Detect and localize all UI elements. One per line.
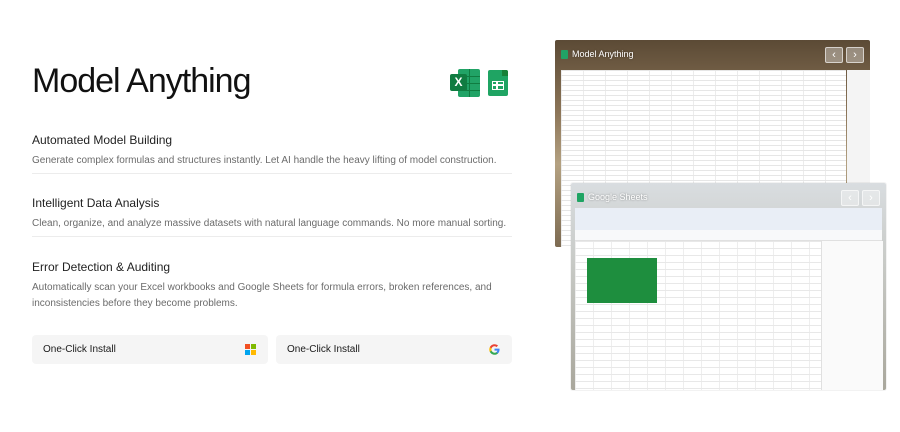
sheets-browser-preview — [575, 208, 883, 390]
excel-install-label: One-Click Install — [43, 344, 116, 355]
next-arrow-icon[interactable]: › — [862, 190, 880, 206]
feature-description: Automatically scan your Excel workbooks … — [32, 282, 492, 309]
prev-arrow-icon[interactable]: ‹ — [825, 47, 843, 63]
sheets-install-label: One-Click Install — [287, 344, 360, 355]
excel-mini-icon — [561, 49, 568, 59]
feature-intelligent-data-analysis: Intelligent Data Analysis Clean, organiz… — [32, 196, 512, 237]
sheets-menu-preview — [575, 230, 882, 241]
sheets-addin-screenshot: Google Sheets ‹ › — [571, 183, 886, 390]
google-icon — [489, 344, 500, 355]
excel-logo-icon: X — [450, 69, 480, 97]
feature-divider — [32, 173, 512, 174]
feature-description: Generate complex formulas and structures… — [32, 155, 497, 166]
feature-divider — [32, 236, 512, 237]
next-arrow-icon[interactable]: › — [846, 47, 864, 63]
features-column: Model Anything X Automated Model Buildin… — [32, 0, 512, 432]
feature-title: Intelligent Data Analysis — [32, 196, 160, 210]
feature-title: Automated Model Building — [32, 133, 173, 147]
app-logos: X — [450, 69, 508, 97]
feature-error-detection: Error Detection & Auditing Automatically… — [32, 260, 512, 312]
prev-arrow-icon[interactable]: ‹ — [841, 190, 859, 206]
sheets-side-panel-preview — [821, 241, 883, 390]
sheets-window-title: Google Sheets — [577, 192, 648, 202]
google-sheets-logo-icon — [488, 70, 508, 96]
feature-description: Clean, organize, and analyze massive dat… — [32, 218, 507, 229]
sheets-nav-controls: ‹ › — [841, 190, 880, 206]
feature-title: Error Detection & Auditing — [32, 260, 171, 274]
excel-install-button[interactable]: One-Click Install — [32, 335, 268, 364]
browser-toolbar-preview — [575, 208, 882, 230]
excel-window-title: Model Anything — [561, 49, 634, 59]
excel-nav-controls: ‹ › — [825, 47, 864, 63]
sheets-install-button[interactable]: One-Click Install — [276, 335, 512, 364]
microsoft-icon — [245, 344, 256, 355]
page-title: Model Anything — [32, 62, 251, 100]
feature-automated-model-building: Automated Model Building Generate comple… — [32, 133, 512, 174]
sheets-highlight-block — [587, 258, 657, 303]
sheets-mini-icon — [577, 192, 584, 202]
